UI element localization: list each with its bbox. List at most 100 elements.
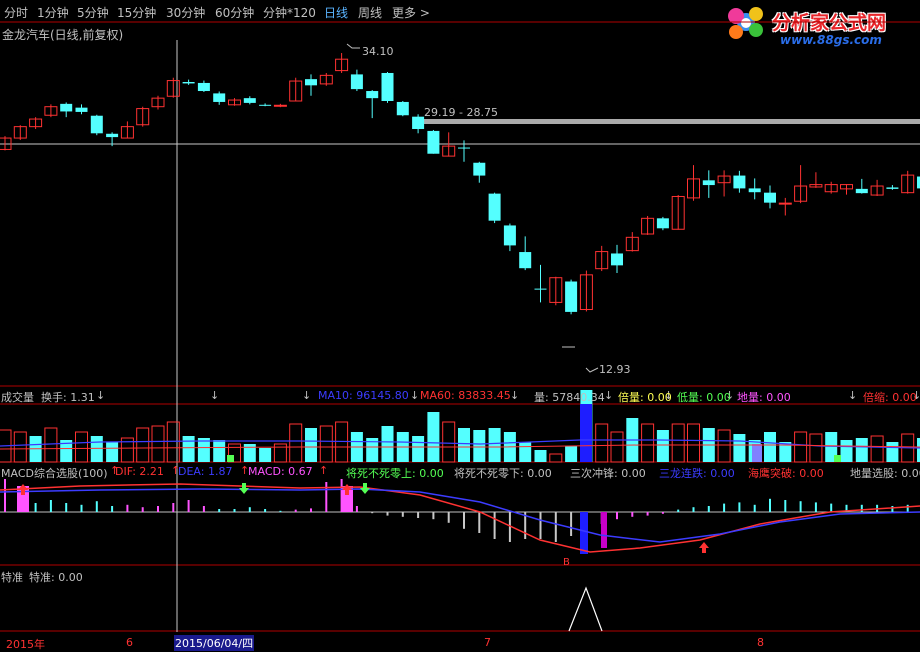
volume-marker-green [834, 455, 841, 462]
macd-value: MACD: 0.67 [248, 465, 313, 478]
volume-bar [213, 440, 226, 462]
candle-body [534, 288, 547, 290]
axis-month-6: 6 [126, 636, 133, 649]
volume-bar [473, 430, 486, 462]
candle-body [565, 281, 578, 312]
beisuo-value: 倍缩: 0.00 [863, 391, 917, 404]
candle-body [396, 101, 409, 116]
volume-arrow-icon: ↓ [848, 389, 857, 402]
candle-body [473, 162, 486, 176]
volume-bar [75, 431, 88, 463]
up-arrow-icon [699, 542, 709, 553]
macd-up-arrow-icon: ↑ [319, 464, 328, 477]
diliang-xg-value: 地量选股: 0.00 [850, 467, 920, 480]
candle-body [366, 91, 379, 99]
diliang-value: 低量: 0.00 [677, 391, 731, 404]
down-arrow-icon [239, 483, 249, 494]
cursor-date-label: 2015/06/04/四 [174, 635, 255, 651]
candle-body [259, 104, 272, 106]
sancichong-value: 三次冲锋: 0.00 [570, 467, 646, 480]
volume-bar [733, 434, 746, 462]
volume-bar [13, 431, 27, 463]
macd-signal-block [580, 512, 588, 554]
macd-signal-block [601, 512, 607, 548]
volume-bar [794, 431, 808, 463]
volume-arrow-icon: ↓ [604, 389, 613, 402]
candle-body [273, 104, 287, 107]
volume-spike-bar [580, 404, 592, 462]
candle-body [855, 188, 868, 194]
axis-month-8: 8 [757, 636, 764, 649]
candle-body [611, 253, 623, 266]
candle-body [381, 72, 394, 101]
volume-bar [565, 446, 578, 462]
tezhun-panel-label: 特准 [1, 571, 23, 584]
candle-body [106, 133, 119, 138]
volume-bar [717, 429, 731, 463]
candle-body [733, 175, 746, 189]
volume-arrow-icon: ↓ [510, 389, 519, 402]
candle-body [182, 82, 195, 84]
candle-body [519, 252, 532, 269]
candle-body [60, 103, 73, 112]
volume-bar [595, 423, 609, 463]
diliang2-value: 地量: 0.00 [737, 391, 791, 404]
candle-body [412, 116, 425, 130]
candle-body [197, 82, 210, 92]
volume-bar [855, 438, 868, 462]
volume-marker-green [227, 455, 234, 462]
candle-body [213, 93, 226, 102]
volume-bar [886, 442, 899, 462]
volume-bar [488, 428, 501, 462]
turnover-value: 换手: 1.31 [41, 391, 95, 404]
haiying-value: 海鹰突破: 0.00 [748, 467, 824, 480]
volume-arrow-icon: ↓ [302, 389, 311, 402]
macd-indicator-name: MACD综合选股(100) [1, 467, 108, 480]
volume-bar [641, 423, 655, 463]
tezhun-signal-triangle [568, 586, 603, 632]
volume-bar [840, 440, 853, 462]
candle-body [458, 147, 470, 149]
volume-bar [442, 421, 456, 463]
volume-bar [809, 433, 823, 463]
volume-panel-label: 成交量 [1, 391, 34, 404]
dea-value: DEA: 1.87 [178, 465, 233, 478]
volume-arrow-icon: ↓ [210, 389, 219, 402]
candle-body [656, 218, 669, 229]
dif-value: DIF: 2.21 [115, 465, 164, 478]
volume-bar [305, 428, 317, 462]
high-label-pointer [346, 43, 360, 49]
tezhun-value: 特准: 0.00 [29, 571, 83, 584]
ma10-value: MA10: 96145.80 [318, 389, 409, 402]
candle-body [427, 130, 440, 154]
volume-bar [381, 426, 394, 462]
volume-bar [412, 436, 425, 462]
volume-bar [519, 442, 532, 462]
volume-bar [671, 423, 685, 463]
volume-value: 量: 57840.34 [534, 391, 605, 404]
jsbs-down-value: 将死不死零下: 0.00 [454, 467, 552, 480]
volume-bar [458, 428, 470, 462]
sanlong-value: 三龙连跌: 0.00 [659, 467, 735, 480]
kline-chart[interactable]: ↓ ↓ ↓ ↓ ↓ ↓ ↓ ↓ ↓ ↓↑ ↑ ↑ ↑ [0, 0, 920, 651]
volume-bar [243, 444, 256, 462]
volume-bar [534, 450, 547, 462]
buy-signal-marker: B [563, 557, 570, 568]
candle-body [488, 193, 501, 221]
volume-arrow-icon: ↓ [410, 389, 419, 402]
beiliang-value: 倍量: 0.00 [618, 391, 672, 404]
candle-body [886, 187, 899, 189]
price-high-label: 34.10 [362, 45, 394, 58]
volume-bar [656, 430, 669, 462]
candle-body [350, 74, 363, 90]
low-label-pointer [585, 367, 599, 373]
volume-bar [90, 436, 103, 462]
axis-month-7: 7 [484, 636, 491, 649]
volume-bar [870, 435, 884, 463]
candle-body [75, 107, 88, 112]
jsbs-up-value: 将死不死零上: 0.00 [346, 467, 444, 480]
volume-bar [136, 427, 150, 463]
volume-bar [549, 453, 563, 463]
down-arrow-icon [360, 483, 370, 494]
volume-bar [610, 431, 624, 463]
